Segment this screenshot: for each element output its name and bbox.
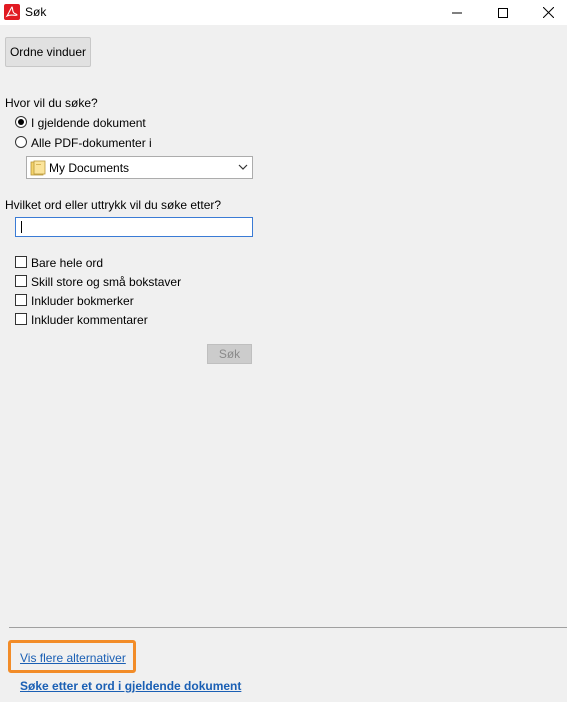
checkbox-case-sensitive-label: Skill store og små bokstaver xyxy=(31,275,182,289)
text-caret xyxy=(21,221,22,233)
radio-current-document[interactable] xyxy=(15,116,27,128)
checkbox-whole-words-label: Bare hele ord xyxy=(31,256,104,270)
where-heading: Hvor vil du søke? xyxy=(5,96,98,110)
close-icon xyxy=(542,7,554,18)
search-panel: Ordne vinduer Hvor vil du søke? I gjelde… xyxy=(0,25,567,702)
checkbox-include-bookmarks[interactable] xyxy=(15,294,27,306)
radio-all-pdfs[interactable] xyxy=(15,136,27,148)
close-button[interactable] xyxy=(525,0,567,25)
title-bar: Søk xyxy=(0,0,567,25)
divider xyxy=(9,627,567,628)
radio-all-pdfs-label: Alle PDF-dokumenter i xyxy=(31,136,152,150)
chevron-down-icon xyxy=(238,164,248,170)
location-value: My Documents xyxy=(49,161,130,175)
minimize-button[interactable] xyxy=(434,0,480,25)
folder-icon xyxy=(30,160,46,176)
adobe-acrobat-icon xyxy=(4,4,20,20)
search-button[interactable]: Søk xyxy=(207,344,252,364)
checkbox-include-comments[interactable] xyxy=(15,313,27,325)
maximize-icon xyxy=(498,7,508,18)
checkbox-include-bookmarks-label: Inkluder bokmerker xyxy=(31,294,134,308)
help-link[interactable]: Søke etter et ord i gjeldende dokument xyxy=(20,679,241,693)
location-dropdown[interactable]: My Documents xyxy=(26,156,253,179)
arrange-windows-button[interactable]: Ordne vinduer xyxy=(5,37,91,67)
checkbox-whole-words[interactable] xyxy=(15,256,27,268)
search-input[interactable] xyxy=(15,217,253,237)
checkbox-include-comments-label: Inkluder kommentarer xyxy=(31,313,148,327)
checkbox-case-sensitive[interactable] xyxy=(15,275,27,287)
radio-current-document-label: I gjeldende dokument xyxy=(31,116,146,130)
query-heading: Hvilket ord eller uttrykk vil du søke et… xyxy=(5,198,222,212)
window-title: Søk xyxy=(25,5,47,19)
maximize-button[interactable] xyxy=(480,0,526,25)
more-options-link[interactable]: Vis flere alternativer xyxy=(20,651,126,665)
minimize-icon xyxy=(452,12,462,13)
